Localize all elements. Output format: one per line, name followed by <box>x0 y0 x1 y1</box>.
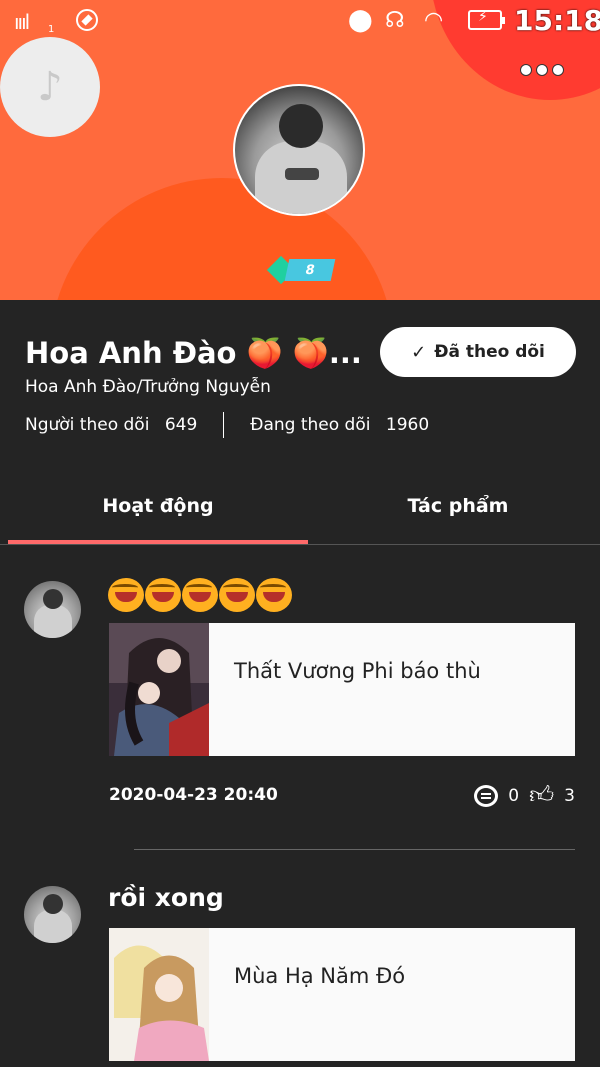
thumbs-up-icon[interactable]: 👍︎ <box>529 781 554 810</box>
following-button-label: Đã theo dõi <box>434 342 545 362</box>
checkmark-icon: ✓ <box>411 341 427 363</box>
following-button[interactable]: ✓ Đã theo dõi <box>380 327 576 377</box>
profile-name: Hoa Anh Đào 🍑 🍑... <box>25 336 362 370</box>
headset-icon: ☊ <box>385 8 405 33</box>
work-cover-image <box>109 623 209 756</box>
more-options-button[interactable] <box>520 64 564 76</box>
more-dot-icon <box>536 64 548 76</box>
profile-header: ıııl 1 ⬤ ☊ ◠ ⚡ 15:18 ♪ 8 <box>0 0 600 300</box>
profile-avatar[interactable] <box>233 84 365 216</box>
work-title: Mùa Hạ Năm Đó <box>234 964 406 988</box>
music-note-button[interactable]: ♪ <box>0 37 100 137</box>
post-timestamp: 2020-04-23 20:40 <box>109 785 278 805</box>
crying-face-emoji-icon <box>145 578 181 612</box>
comment-icon[interactable] <box>474 784 499 807</box>
tab-activity[interactable]: Hoạt động <box>8 495 308 517</box>
crying-face-emoji-icon <box>182 578 218 612</box>
work-cover-image <box>109 928 209 1061</box>
profile-stats: Người theo dõi 649 Đang theo dõi 1960 <box>25 412 429 438</box>
avatar-figure-head <box>43 589 63 609</box>
music-note-icon: ♪ <box>37 64 63 110</box>
battery-charging-icon: ⚡ <box>468 9 505 30</box>
avatar-figure <box>34 605 72 638</box>
following-stat[interactable]: Đang theo dõi 1960 <box>250 415 429 435</box>
level-badge[interactable]: 8 <box>266 255 336 285</box>
work-cover-art <box>109 623 209 756</box>
post-actions: 0 👍︎ 3 <box>474 781 575 810</box>
like-count: 3 <box>564 785 575 806</box>
profile-tabs: Hoạt động Tác phẩm <box>0 480 600 545</box>
post-emoji-text <box>108 578 292 612</box>
tab-works[interactable]: Tác phẩm <box>308 495 600 517</box>
avatar-figure-head <box>279 104 323 148</box>
followers-count: 649 <box>164 415 198 435</box>
compass-icon <box>76 9 98 31</box>
work-title: Thất Vương Phi báo thù <box>234 659 481 683</box>
post-divider <box>134 849 575 850</box>
post-avatar[interactable] <box>24 886 81 943</box>
followers-label: Người theo dõi <box>25 415 150 435</box>
followers-stat[interactable]: Người theo dõi 649 <box>25 415 197 435</box>
wifi-icon: ◠ <box>424 8 444 33</box>
post-avatar[interactable] <box>24 581 81 638</box>
location-icon: ⬤ <box>348 8 373 33</box>
status-bar: ıııl 1 ⬤ ☊ ◠ ⚡ 15:18 <box>0 0 600 44</box>
avatar-figure-tattoo <box>285 168 319 180</box>
following-count: 1960 <box>385 415 430 435</box>
work-card[interactable]: Mùa Hạ Năm Đó <box>109 928 575 1061</box>
active-tab-indicator <box>8 540 308 544</box>
crying-face-emoji-icon <box>256 578 292 612</box>
stats-divider <box>223 412 225 438</box>
signal-sim-number: 1 <box>48 24 55 35</box>
crying-face-emoji-icon <box>219 578 255 612</box>
post-text: rồi xong <box>108 883 224 912</box>
work-card[interactable]: Thất Vương Phi báo thù <box>109 623 575 756</box>
crying-face-emoji-icon <box>108 578 144 612</box>
comment-count: 0 <box>508 785 520 806</box>
profile-subname: Hoa Anh Đào/Trưởng Nguyễn <box>25 377 271 397</box>
avatar-figure <box>34 910 72 943</box>
avatar-figure-head <box>43 894 63 914</box>
more-dot-icon <box>520 64 532 76</box>
following-label: Đang theo dõi <box>250 415 371 435</box>
clock: 15:18 <box>514 4 600 37</box>
signal-icon: ıııl <box>14 10 30 34</box>
level-badge-label: 8 <box>284 259 336 281</box>
more-dot-icon <box>552 64 564 76</box>
work-cover-art <box>109 928 209 1061</box>
